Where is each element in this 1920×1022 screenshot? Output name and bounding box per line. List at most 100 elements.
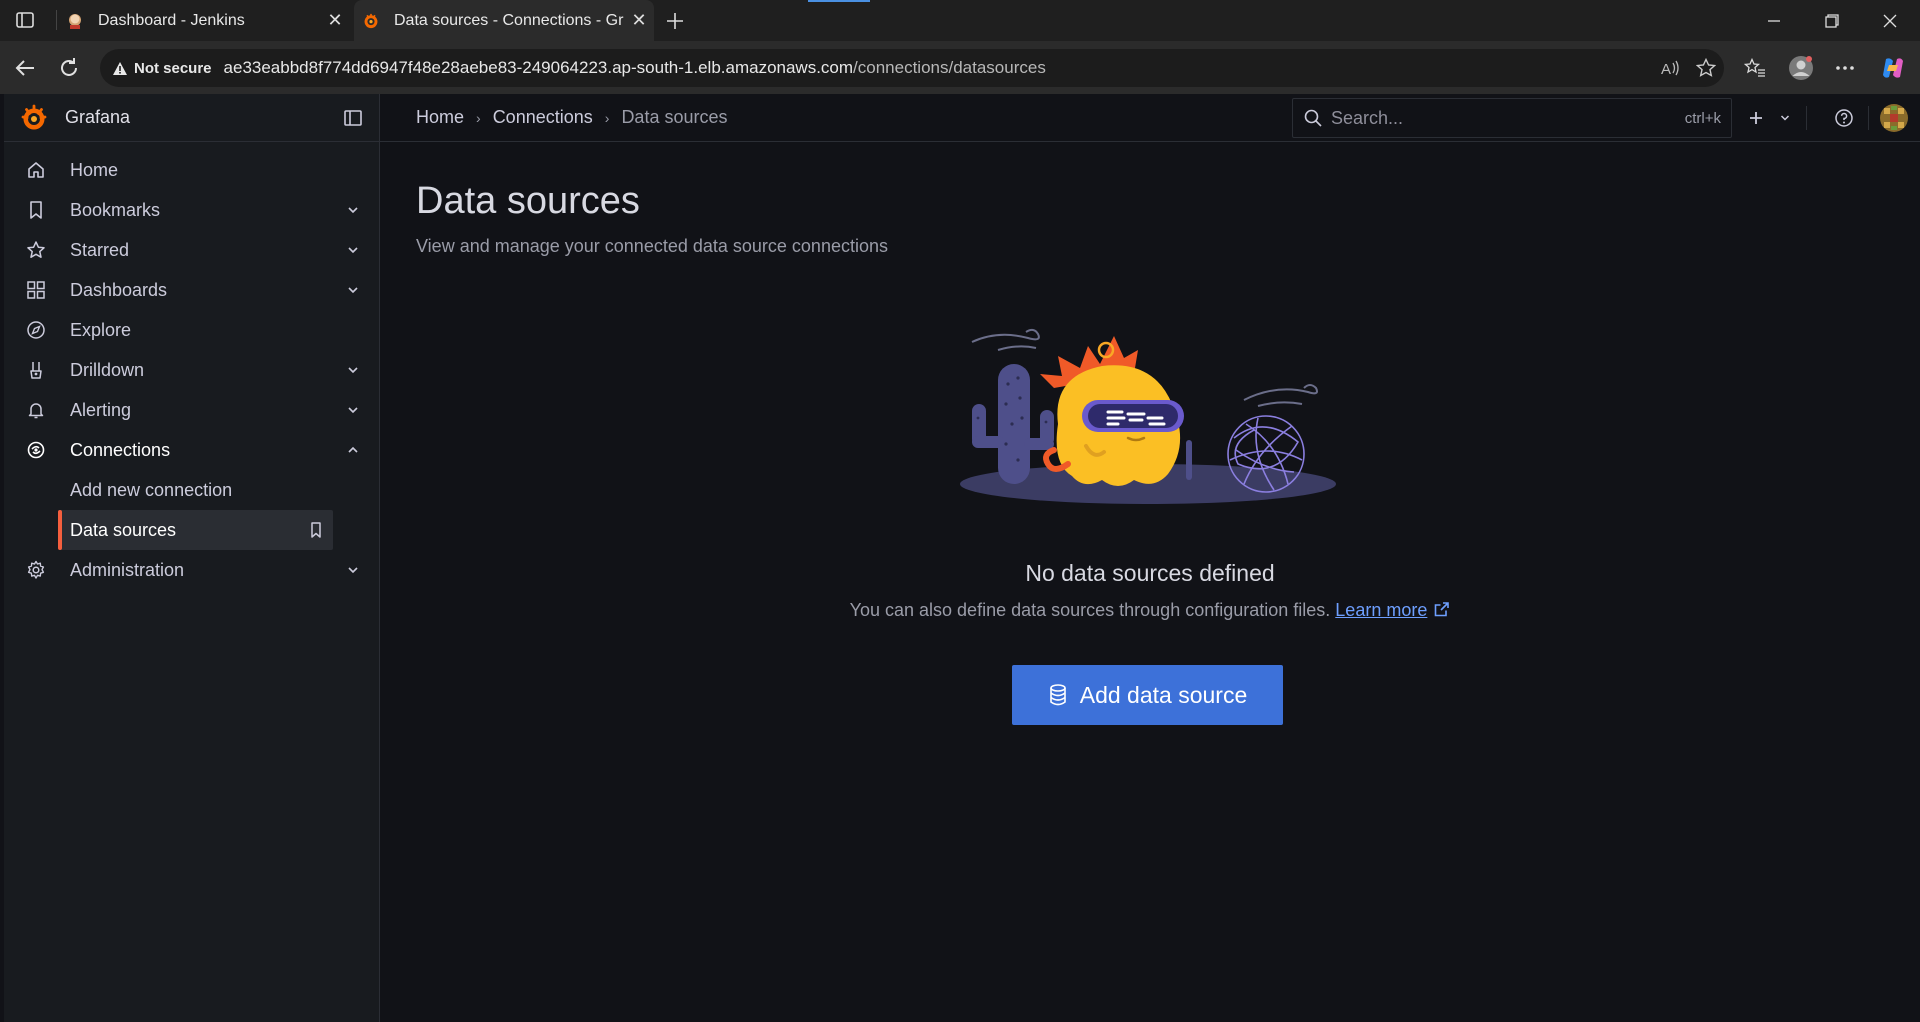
grafana-app: Grafana Home Bookmarks Starred Dashboard… [4, 94, 1920, 1022]
empty-state-description: You can also define data sources through… [380, 600, 1920, 621]
add-data-source-label: Add data source [1079, 681, 1248, 708]
warning-icon[interactable] [112, 61, 128, 76]
apps-icon [24, 278, 48, 302]
search-icon [1304, 109, 1322, 127]
chevron-down-icon[interactable] [345, 402, 361, 418]
bell-icon [24, 398, 48, 422]
topbar-divider [1868, 106, 1869, 130]
breadcrumb: Home › Connections › Data sources [416, 107, 728, 128]
nav-item-connections[interactable]: Connections [4, 430, 379, 470]
drag-region-indicator [808, 0, 870, 2]
learn-more-link[interactable]: Learn more [1335, 600, 1427, 620]
side-menu: Grafana Home Bookmarks Starred Dashboard… [4, 94, 380, 1022]
cog-icon [24, 558, 48, 582]
chevron-down-icon[interactable] [345, 362, 361, 378]
home-icon [24, 158, 48, 182]
url-text: ae33eabbd8f774dd6947f48e28aebe83-2490642… [224, 58, 1652, 78]
top-bar: Home › Connections › Data sources Search… [380, 94, 1920, 142]
profile-icon[interactable] [1786, 53, 1816, 83]
star-icon [24, 238, 48, 262]
connections-icon [24, 438, 48, 462]
tab-title: Dashboard - Jenkins [98, 11, 245, 29]
grafana-logo-icon[interactable] [20, 104, 48, 132]
security-label[interactable]: Not secure [134, 60, 212, 77]
nav-label: Dashboards [70, 279, 168, 300]
nav-label: Explore [70, 319, 132, 340]
svg-text:A: A [1661, 61, 1671, 77]
nav-subitem-add-new-connection[interactable]: Add new connection [4, 470, 379, 510]
chevron-down-icon[interactable] [345, 562, 361, 578]
new-menu-button[interactable] [1748, 104, 1790, 132]
empty-state-text: You can also define data sources through… [849, 600, 1331, 620]
breadcrumb-current: Data sources [621, 107, 728, 127]
dock-menu-icon[interactable] [343, 108, 363, 128]
database-icon [1049, 684, 1066, 706]
back-button[interactable] [10, 53, 40, 83]
url-host: ae33eabbd8f774dd6947f48e28aebe83-2490642… [223, 58, 854, 77]
tab-actions-icon[interactable] [14, 10, 36, 30]
chevron-up-icon[interactable] [345, 442, 361, 458]
empty-state-illustration [960, 328, 1336, 504]
favorite-star-icon[interactable] [1688, 53, 1724, 83]
topbar-divider [1806, 106, 1807, 130]
chevron-right-icon: › [604, 109, 610, 126]
breadcrumb-connections[interactable]: Connections [493, 107, 593, 128]
search-input[interactable]: Search... ctrl+k [1292, 98, 1732, 138]
copilot-icon[interactable] [1878, 53, 1908, 83]
search-shortcut: ctrl+k [1684, 109, 1721, 127]
read-aloud-icon[interactable]: A [1652, 53, 1688, 83]
external-link-icon[interactable] [1433, 601, 1450, 618]
new-tab-button[interactable] [660, 6, 690, 36]
nav-label: Drilldown [70, 359, 145, 380]
nav-item-alerting[interactable]: Alerting [4, 390, 379, 430]
nav-label: Connections [70, 439, 171, 460]
empty-state-title: No data sources defined [1025, 560, 1275, 586]
side-menu-header: Grafana [4, 94, 379, 142]
search-placeholder: Search... [1331, 107, 1404, 128]
nav-item-explore[interactable]: Explore [4, 310, 379, 350]
page-content: Data sources View and manage your connec… [380, 142, 1920, 1022]
chevron-down-icon[interactable] [345, 282, 361, 298]
page-subtitle: View and manage your connected data sour… [416, 236, 888, 256]
browser-tab-grafana[interactable]: Data sources - Connections - Grafana ✕ [354, 0, 654, 41]
minimize-button[interactable] [1746, 0, 1802, 41]
help-icon[interactable] [1832, 106, 1856, 130]
tab-divider [56, 10, 57, 30]
url-field[interactable]: Not secure ae33eabbd8f774dd6947f48e28aeb… [100, 49, 1724, 87]
bookmark-icon[interactable] [307, 521, 325, 539]
nav-label: Home [70, 159, 119, 180]
plus-icon [1750, 112, 1762, 124]
nav-item-administration[interactable]: Administration [4, 550, 379, 590]
more-options-icon[interactable] [1830, 53, 1860, 83]
nav-item-starred[interactable]: Starred [4, 230, 379, 270]
nav-item-drilldown[interactable]: Drilldown [4, 350, 379, 390]
nav-item-home[interactable]: Home [4, 150, 379, 190]
reload-button[interactable] [54, 53, 84, 83]
close-icon[interactable]: ✕ [320, 10, 350, 31]
nav-label: Alerting [70, 399, 132, 420]
side-menu-nav: Home Bookmarks Starred Dashboards Explor… [4, 142, 379, 590]
chevron-down-icon[interactable] [345, 202, 361, 218]
close-icon[interactable]: ✕ [624, 10, 654, 31]
chevron-down-icon[interactable] [345, 242, 361, 258]
brand-name[interactable]: Grafana [65, 107, 130, 128]
nav-item-bookmarks[interactable]: Bookmarks [4, 190, 379, 230]
add-data-source-button[interactable]: Add data source [1012, 665, 1283, 725]
nav-label: Add new connection [70, 479, 233, 500]
grafana-icon [362, 12, 380, 30]
nav-label: Data sources [70, 519, 177, 540]
nav-item-dashboards[interactable]: Dashboards [4, 270, 379, 310]
avatar[interactable] [1880, 104, 1908, 132]
nav-subitem-data-sources[interactable]: Data sources [58, 510, 333, 550]
chevron-down-icon [1780, 115, 1790, 121]
jenkins-icon [66, 12, 84, 30]
page-title: Data sources [416, 180, 640, 222]
chevron-right-icon: › [476, 109, 481, 126]
close-window-button[interactable] [1862, 0, 1918, 41]
nav-label: Bookmarks [70, 199, 161, 220]
favorites-icon[interactable] [1740, 53, 1770, 83]
breadcrumb-home[interactable]: Home [416, 107, 464, 128]
nav-label: Administration [70, 559, 185, 580]
restore-button[interactable] [1804, 0, 1860, 41]
browser-tab-jenkins[interactable]: Dashboard - Jenkins ✕ [58, 0, 350, 41]
